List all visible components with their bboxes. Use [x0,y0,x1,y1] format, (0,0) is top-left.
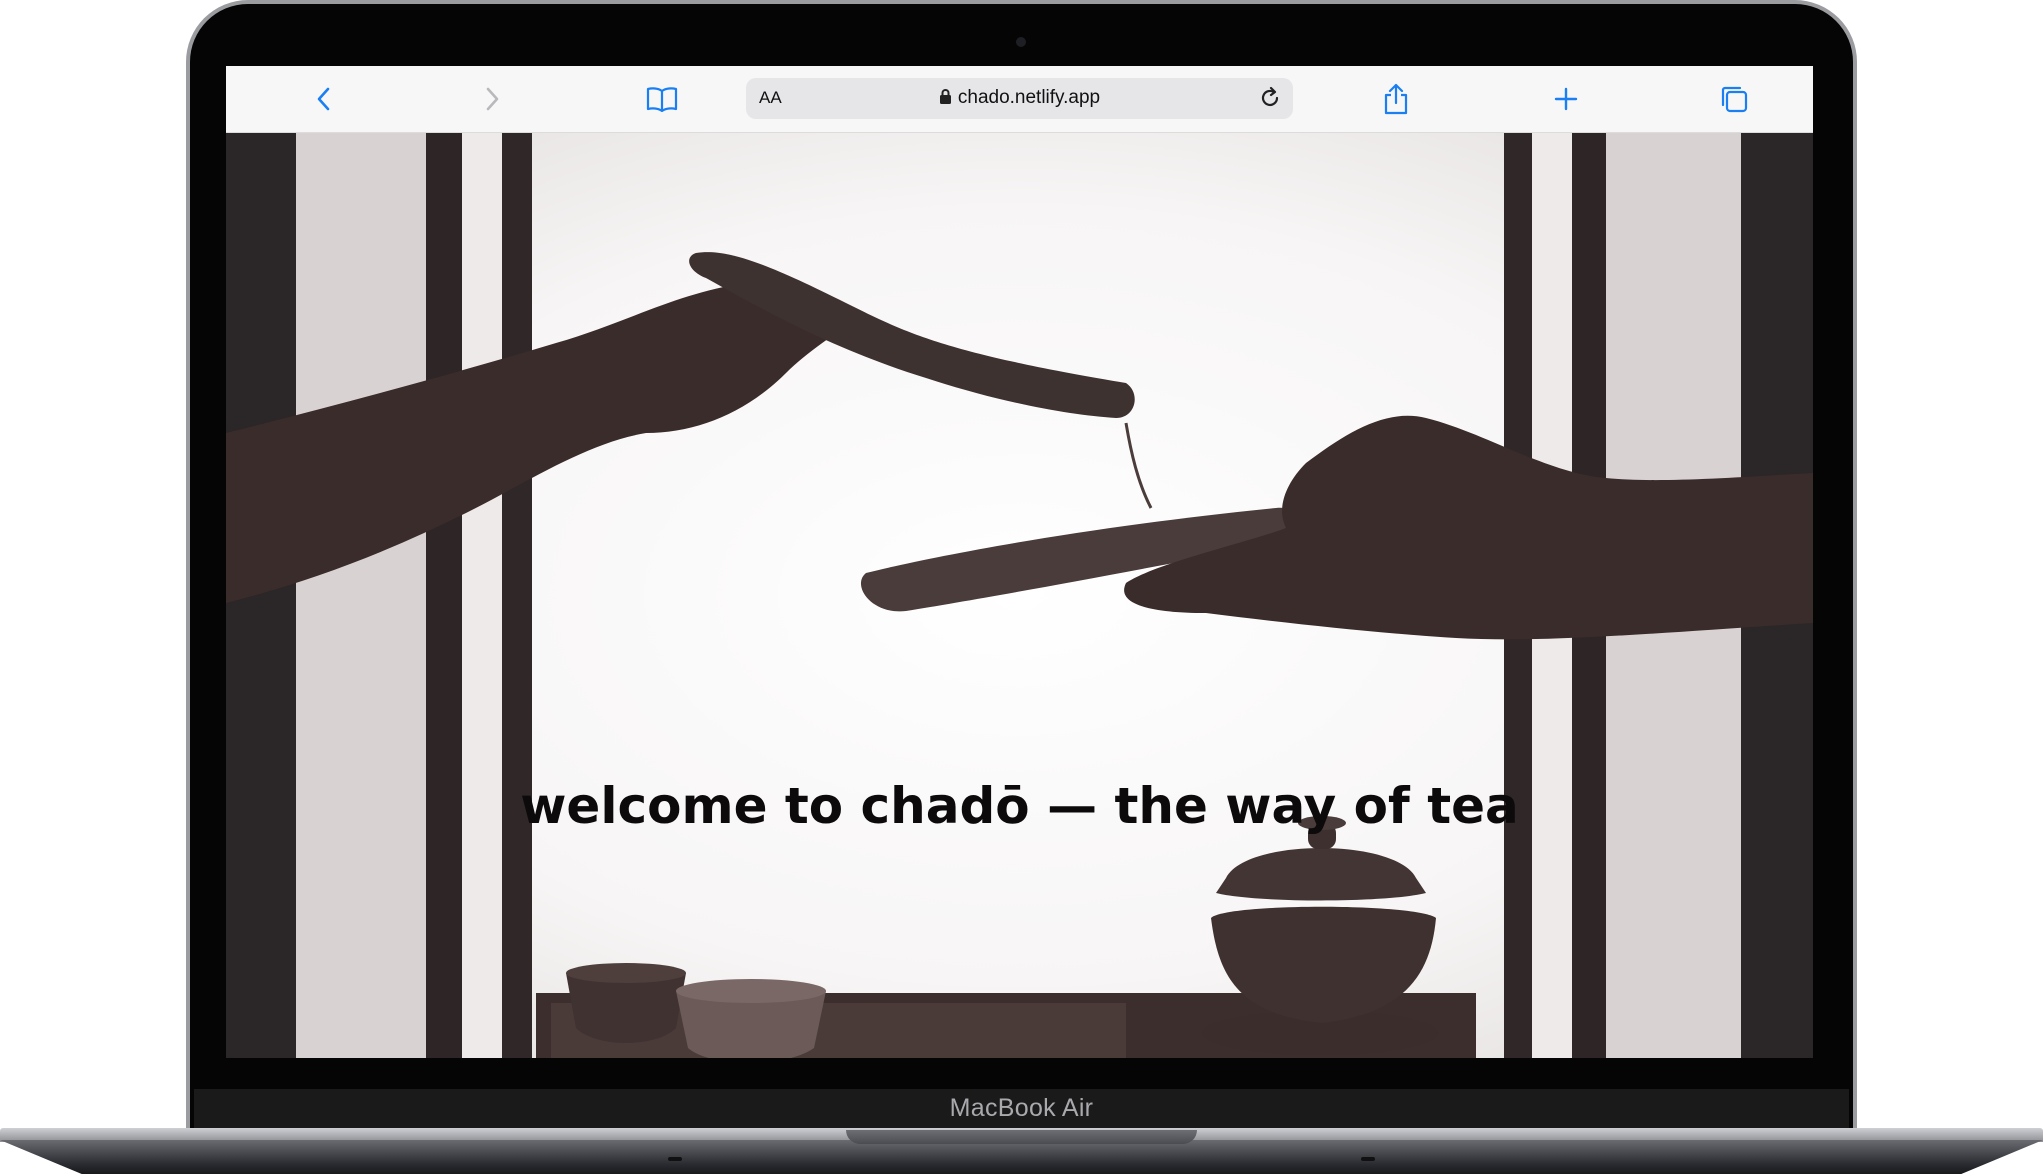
lid-notch [846,1130,1197,1144]
back-button[interactable] [304,79,344,119]
tabs-overview-button[interactable] [1714,79,1754,119]
tabs-icon [1721,86,1748,113]
screen: AA chado.netlify.app welcome to chadō — … [226,66,1813,1058]
page-headline: welcome to chadō — the way of tea [520,777,1519,835]
browser-toolbar: AA chado.netlify.app [226,66,1813,133]
book-icon [646,87,678,112]
device-label: MacBook Air [949,1094,1094,1122]
hero-section: welcome to chadō — the way of tea [226,133,1813,1058]
url-text: chado.netlify.app [957,87,1101,108]
laptop-foot [668,1157,682,1161]
plus-icon [1554,87,1578,111]
reload-icon[interactable] [1257,85,1283,111]
address-bar[interactable]: AA chado.netlify.app [746,78,1293,119]
lock-icon [939,89,951,104]
share-icon [1384,83,1408,115]
laptop-foot [1361,1157,1375,1161]
bookmarks-button[interactable] [642,79,682,119]
laptop-base [0,1140,2043,1174]
camera-icon [1016,37,1026,47]
tea-ceremony-image [226,133,1813,1058]
new-tab-button[interactable] [1546,79,1586,119]
forward-button[interactable] [472,79,512,119]
chevron-right-icon [486,87,499,111]
share-button[interactable] [1376,79,1416,119]
chevron-left-icon [317,87,330,111]
